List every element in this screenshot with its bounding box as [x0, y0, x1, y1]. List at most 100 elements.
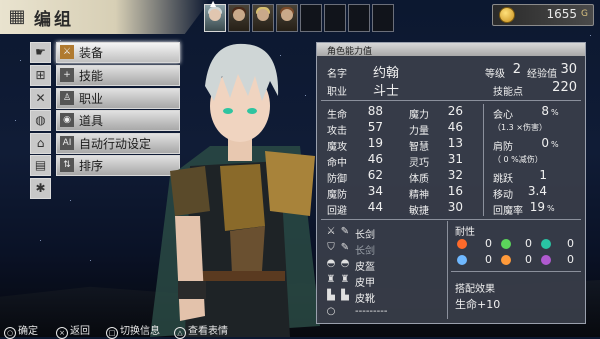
resist-value: 0 — [525, 253, 532, 266]
set-bonus-label: 搭配效果 — [455, 284, 495, 295]
party-slot-8[interactable] — [372, 4, 394, 32]
menu-label: 技能 — [79, 69, 104, 83]
stat-value: 16 — [447, 184, 463, 198]
stat-value: 88 — [367, 104, 383, 118]
coin-icon — [499, 7, 515, 23]
stat-label: 魔攻 — [327, 142, 347, 153]
menu-item-sort[interactable]: ▤ ⇅ 排序 — [30, 155, 180, 176]
exp-label: 经验值 — [527, 69, 557, 80]
skill-tree-icon: ⊞ — [30, 65, 51, 86]
stat-label: 敏捷 — [409, 206, 429, 217]
menu-item-equip[interactable]: ☛ ⚔ 装备 — [30, 42, 180, 63]
shield-icon: ⛉ — [327, 242, 335, 253]
menu-label: 排序 — [79, 159, 104, 173]
equipment-name: 长剑 — [355, 246, 375, 257]
stat-value: 46 — [447, 120, 463, 134]
sword-icon: ✎ — [340, 242, 350, 253]
triangle-button-icon: △ — [174, 327, 186, 339]
stat-label: 防御 — [327, 174, 347, 185]
gold-unit: G — [581, 9, 588, 19]
resist-value: 0 — [567, 237, 574, 250]
menu-item-items[interactable]: ◍ ◉ 道具 — [30, 110, 180, 131]
character-name: 约翰 — [373, 66, 400, 81]
stat-value: 46 — [367, 152, 383, 166]
person-icon: ♙ — [60, 91, 74, 105]
wind-icon — [501, 239, 511, 249]
hint-label: 确定 — [18, 326, 38, 337]
menu-item-auto-action[interactable]: ⌂ AI 自动行动设定 — [30, 133, 180, 154]
stat-label: 生命 — [327, 110, 347, 121]
divider — [451, 271, 581, 272]
guard-value: 0 — [541, 136, 549, 150]
mp-regen-unit: % — [547, 204, 555, 213]
menu-label: 自动行动设定 — [79, 137, 152, 151]
resist-value: 0 — [485, 237, 492, 250]
stat-label: 体质 — [409, 174, 429, 185]
level-label: 等级 — [485, 69, 505, 80]
hint-label: 切换信息 — [120, 326, 160, 337]
divider — [321, 219, 581, 220]
ice-icon — [457, 255, 467, 265]
menu-item-skills[interactable]: ⊞ + 技能 — [30, 65, 180, 86]
stat-label: 魔防 — [327, 190, 347, 201]
skill-points-value: 220 — [552, 80, 577, 95]
armor-icon: ♜ — [340, 274, 350, 285]
dark-icon — [541, 255, 551, 265]
water-icon — [501, 255, 511, 265]
character-job: 斗士 — [373, 84, 400, 99]
move-value: 3.4 — [527, 184, 547, 198]
name-label: 名字 — [327, 69, 347, 80]
party-slot-6[interactable] — [324, 4, 346, 32]
scroll-icon: ▤ — [30, 155, 51, 176]
panel-title-bar: 角色能力值 — [317, 43, 585, 57]
stat-value: 34 — [367, 184, 383, 198]
stat-label: 精神 — [409, 190, 429, 201]
square-button-icon: □ — [106, 327, 118, 339]
divider — [447, 221, 448, 319]
stat-value: 19 — [367, 136, 383, 150]
resist-label: 耐性 — [455, 227, 475, 238]
menu-item-extra[interactable]: ✱ — [30, 178, 51, 199]
sword-icon: ✎ — [340, 226, 350, 237]
jump-label: 跳跃 — [493, 174, 513, 185]
menu-item-job[interactable]: ✕ ♙ 职业 — [30, 88, 180, 109]
pouch-icon: ◉ — [60, 113, 74, 127]
character-portrait — [150, 43, 320, 337]
circle-button-icon: ○ — [4, 327, 16, 339]
plus-icon: + — [60, 68, 74, 82]
portrait — [257, 9, 269, 21]
sword-icon: ⚔ — [60, 45, 74, 59]
resist-value: 0 — [525, 237, 532, 250]
mp-regen-value: 19 — [529, 200, 545, 214]
helmet-icon: ◓ — [326, 258, 336, 269]
sort-icon: ⇅ — [60, 158, 74, 172]
stat-value: 44 — [367, 200, 383, 214]
helmet-icon: ◓ — [340, 258, 350, 269]
boot-icon: ▙ — [327, 290, 335, 301]
equipment-name: --------- — [355, 306, 388, 317]
network-icon: ✱ — [30, 178, 51, 199]
exp-value: 30 — [560, 62, 577, 77]
stat-label: 智慧 — [409, 142, 429, 153]
stat-value: 62 — [367, 168, 383, 182]
equipment-name: 皮靴 — [355, 294, 375, 305]
guard-unit: % — [551, 140, 559, 149]
stat-value: 31 — [447, 152, 463, 166]
armor-icon: ♜ — [326, 274, 336, 285]
stat-value: 32 — [447, 168, 463, 182]
stat-label: 命中 — [327, 158, 347, 169]
stat-label: 力量 — [409, 126, 429, 137]
stat-label: 回避 — [327, 206, 347, 217]
character-stats-panel: 角色能力值 名字 约翰 职业 斗士 等级 2 经验值 30 技能点 220 生命… — [316, 42, 586, 324]
party-slot-7[interactable] — [348, 4, 370, 32]
cross-button-icon: × — [56, 327, 68, 339]
divider — [483, 104, 484, 216]
cross-swords-icon: ✕ — [30, 88, 51, 109]
job-label: 职业 — [327, 87, 347, 98]
set-bonus-value: 生命+10 — [455, 298, 501, 311]
fire-icon — [457, 239, 467, 249]
menu-label: 装备 — [79, 46, 104, 60]
equipment-name: 皮甲 — [355, 278, 375, 289]
hint-label: 返回 — [70, 326, 90, 337]
hint-view-expression: △ 查看表情 — [174, 322, 228, 339]
